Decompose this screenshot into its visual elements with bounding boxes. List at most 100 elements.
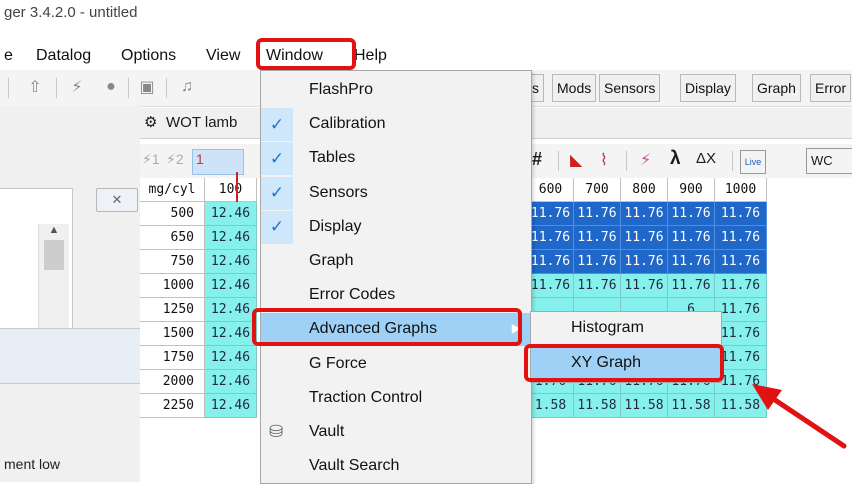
lightning-icon[interactable]: ⚡ — [66, 76, 88, 98]
row-header: 2000 — [140, 370, 205, 394]
table-cell[interactable]: 12.46 — [205, 370, 257, 394]
table-cell[interactable]: 11.76 — [621, 226, 668, 250]
tab-mods[interactable]: Mods — [552, 74, 597, 102]
window-menu-item-display[interactable]: ✓ Display — [261, 210, 531, 244]
table-cell[interactable]: 11.58 — [668, 394, 715, 418]
table-cell[interactable]: 11.58 — [621, 394, 668, 418]
delta-x-icon[interactable]: ΔΧ — [696, 150, 716, 167]
table-cell[interactable]: 11.76 — [528, 226, 574, 250]
record-icon[interactable]: ● — [100, 76, 122, 98]
area-chart-icon[interactable]: ◣ — [570, 150, 582, 170]
row-header: 1500 — [140, 322, 205, 346]
row-header: 2250 — [140, 394, 205, 418]
table-cell[interactable]: 11.58 — [574, 394, 621, 418]
table-window-icon: ⚙ — [144, 114, 158, 131]
music-icon[interactable]: ♫ — [176, 76, 198, 98]
menu-view[interactable]: View — [206, 47, 240, 65]
checkmark-icon: ✓ — [261, 142, 293, 176]
table-cell[interactable]: 11.76 — [715, 298, 767, 322]
table-cell[interactable]: 12.46 — [205, 394, 257, 418]
table-cell[interactable]: 12.46 — [205, 226, 257, 250]
window-menu-item-label: Tables — [309, 149, 356, 167]
annotation-highlight-window — [256, 38, 356, 70]
menu-help[interactable]: Help — [354, 47, 387, 65]
tab-sensors[interactable]: Sensors — [599, 74, 661, 102]
scroll-thumb[interactable] — [44, 240, 64, 270]
menu-datalog[interactable]: Datalog — [36, 47, 91, 65]
window-menu-item-calibration[interactable]: ✓ Calibration — [261, 108, 531, 142]
window-menu-item-traction-control[interactable]: Traction Control — [261, 382, 531, 415]
window-menu-item-sensors[interactable]: ✓ Sensors — [261, 176, 531, 210]
scrollbar[interactable]: ▲ — [38, 224, 69, 328]
table-cell[interactable]: 11.76 — [715, 322, 767, 346]
table-cell[interactable]: 11.76 — [574, 274, 621, 298]
tab-error[interactable]: Error — [810, 74, 852, 102]
table-cell[interactable]: 12.46 — [205, 250, 257, 274]
tab-mods-partial[interactable]: s — [530, 74, 544, 102]
table-cell[interactable]: 12.46 — [205, 346, 257, 370]
close-icon[interactable]: ✕ — [96, 188, 138, 212]
window-menu-item-vault[interactable]: ⛁ Vault — [261, 416, 531, 449]
wc-button[interactable]: WC — [806, 148, 852, 174]
cylinder-2-icon[interactable]: ⚡2 — [166, 151, 184, 168]
tab-graph[interactable]: Graph — [752, 74, 801, 102]
table-cell[interactable]: 12.46 — [205, 298, 257, 322]
checkmark-icon: ✓ — [261, 210, 293, 244]
table-cell[interactable]: 12.46 — [205, 274, 257, 298]
column-header: 700 — [574, 178, 621, 202]
window-menu-item-label: Calibration — [309, 115, 386, 133]
live-button[interactable]: Live — [740, 150, 766, 174]
annotation-arrow — [752, 384, 847, 449]
vault-icon: ⛁ — [269, 422, 284, 441]
table-cell[interactable]: 11.76 — [528, 202, 574, 226]
table-cell[interactable]: 11.76 — [621, 274, 668, 298]
table-cell[interactable]: 11.76 — [621, 202, 668, 226]
table-cell[interactable]: 11.76 — [621, 250, 668, 274]
column-header: 100 — [205, 178, 257, 202]
tab-display[interactable]: Display — [680, 74, 736, 102]
table-cell[interactable]: 11.76 — [668, 274, 715, 298]
row-header-label: mg/cyl — [140, 178, 205, 202]
copy-icon[interactable]: ▣ — [136, 76, 158, 98]
table-cell[interactable]: 11.76 — [528, 250, 574, 274]
row-header: 750 — [140, 250, 205, 274]
table-cell[interactable]: 12.46 — [205, 322, 257, 346]
checkmark-icon: ✓ — [261, 176, 293, 210]
lambda-icon[interactable]: λ — [670, 148, 681, 170]
toolbar-separator — [732, 151, 733, 171]
window-menu-item-vault-search[interactable]: Vault Search — [261, 450, 531, 483]
table-cell[interactable]: 11.76 — [715, 250, 767, 274]
table-cell[interactable]: 11.76 — [574, 226, 621, 250]
table-cell[interactable]: 12.46 — [205, 202, 257, 226]
window-menu-item-flashpro[interactable]: FlashPro — [261, 74, 531, 107]
table-cell[interactable]: 11.76 — [574, 250, 621, 274]
window-menu-item-tables[interactable]: ✓ Tables — [261, 142, 531, 176]
upload-icon[interactable]: ⇧ — [24, 76, 46, 98]
cylinder-1-icon[interactable]: ⚡1 — [142, 151, 160, 168]
curve-chart-icon[interactable]: ⌇ — [600, 150, 608, 170]
menu-options[interactable]: Options — [121, 47, 176, 65]
table-cell[interactable]: 11.76 — [715, 202, 767, 226]
table-cell[interactable]: 11.76 — [668, 202, 715, 226]
arrow-up-icon[interactable]: 1 — [196, 151, 204, 167]
table-cell[interactable]: 1.58 — [528, 394, 574, 418]
menu-file[interactable]: e — [4, 47, 13, 65]
table-cell[interactable]: 11.76 — [668, 226, 715, 250]
table-cell[interactable]: 11.76 — [715, 226, 767, 250]
toolbar-separator — [558, 151, 559, 171]
submenu-item-histogram[interactable]: Histogram — [531, 312, 721, 345]
window-menu-item-graph[interactable]: Graph — [261, 245, 531, 278]
hash-icon[interactable]: # — [532, 149, 542, 170]
table-cell[interactable]: 11.76 — [715, 274, 767, 298]
window-menu-item-label: Vault Search — [309, 457, 400, 475]
scroll-up-icon[interactable]: ▲ — [39, 224, 69, 236]
checkmark-icon: ✓ — [261, 108, 293, 142]
lambda-lightning-icon[interactable]: ⚡ — [640, 150, 651, 170]
table-cell[interactable]: 11.76 — [574, 202, 621, 226]
table-cell[interactable]: 11.76 — [528, 274, 574, 298]
table-cell[interactable]: 11.76 — [668, 250, 715, 274]
window-menu-item-g-force[interactable]: G Force — [261, 348, 531, 381]
toolbar-separator — [56, 78, 57, 98]
column-header: 900 — [668, 178, 715, 202]
row-header: 1750 — [140, 346, 205, 370]
